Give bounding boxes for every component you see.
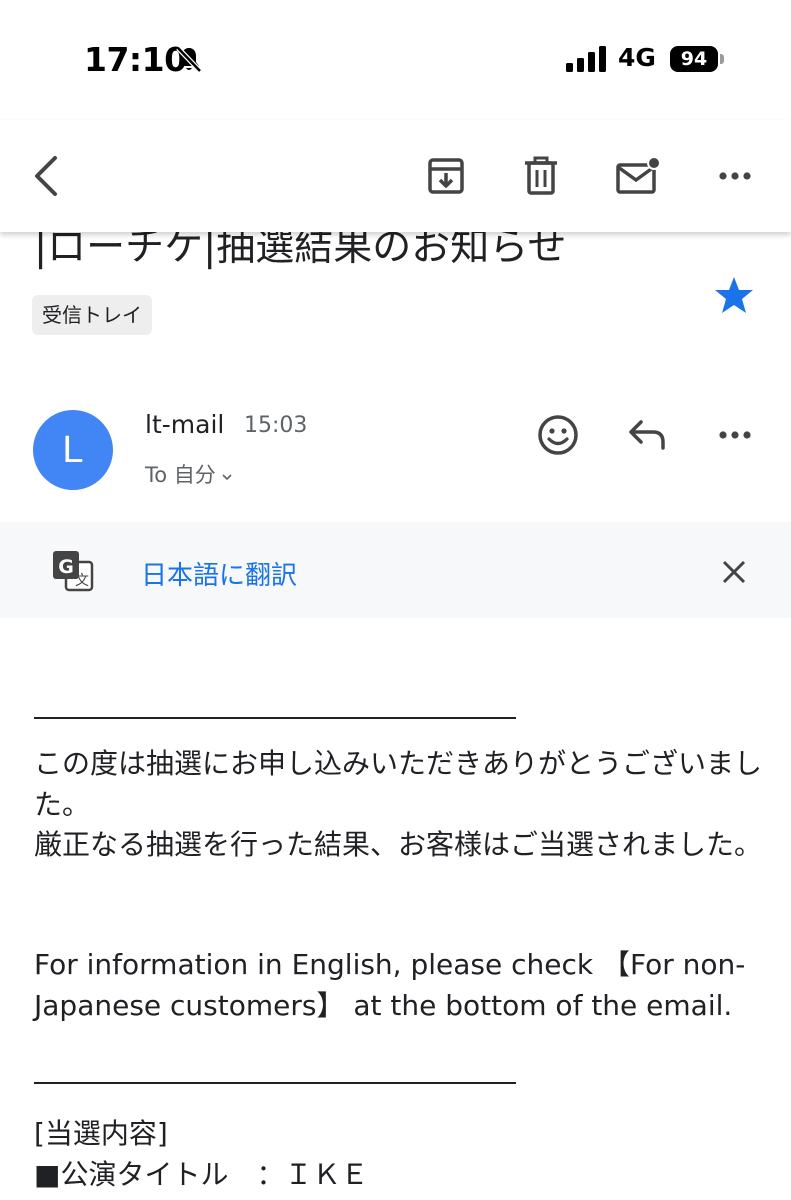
more-horizontal-icon bbox=[719, 431, 751, 439]
reply-button[interactable] bbox=[624, 414, 670, 456]
bell-slash-icon bbox=[176, 46, 202, 73]
status-time: 17:10 bbox=[84, 40, 187, 79]
mail-unread-icon bbox=[616, 156, 661, 194]
body-paragraph-result: 厳正なる抽選を行った結果、お客様はご当選されました。 bbox=[34, 828, 763, 861]
back-button[interactable] bbox=[22, 150, 70, 202]
recipient-toggle[interactable]: To 自分 bbox=[145, 459, 232, 489]
sent-time: 15:03 bbox=[244, 413, 308, 438]
svg-text:文: 文 bbox=[75, 573, 89, 589]
translate-bar bbox=[0, 522, 791, 618]
delete-button[interactable] bbox=[515, 150, 567, 202]
sender-name: lt-mail bbox=[145, 410, 225, 439]
chevron-left-icon bbox=[35, 156, 57, 196]
star-icon[interactable] bbox=[714, 275, 754, 315]
sender-avatar: L bbox=[33, 410, 113, 490]
trash-icon bbox=[525, 156, 557, 195]
cell-signal-icon bbox=[566, 46, 606, 72]
body-paragraph-english: For information in English, please check… bbox=[34, 948, 746, 1022]
more-options-button[interactable] bbox=[710, 150, 760, 202]
inbox-label-chip[interactable]: 受信トレイ bbox=[32, 295, 152, 335]
recipient-text: To 自分 bbox=[145, 463, 216, 487]
divider-line bbox=[34, 717, 516, 719]
network-type: 4G bbox=[618, 43, 656, 72]
react-emoji-button[interactable] bbox=[535, 412, 581, 458]
detail-item-title: ■公演タイトル ：ＩＫＥ bbox=[34, 1158, 369, 1191]
divider-line bbox=[34, 1082, 516, 1084]
close-icon bbox=[722, 560, 746, 584]
google-translate-icon: G 文 bbox=[53, 551, 94, 592]
email-toolbar bbox=[0, 120, 791, 232]
message-more-button[interactable] bbox=[712, 420, 758, 450]
svg-text:G: G bbox=[58, 556, 74, 578]
battery-icon: 94 bbox=[670, 46, 728, 72]
reply-icon bbox=[629, 420, 665, 450]
body-paragraph-thanks: この度は抽選にお申し込みいただきありがとうございました。 bbox=[34, 747, 763, 821]
archive-icon bbox=[428, 158, 464, 194]
archive-button[interactable] bbox=[420, 150, 472, 202]
close-translate-button[interactable] bbox=[714, 552, 754, 592]
chevron-down-icon bbox=[222, 474, 232, 481]
section-heading: [当選内容] bbox=[34, 1117, 168, 1150]
mark-unread-button[interactable] bbox=[612, 150, 664, 202]
more-horizontal-icon bbox=[719, 172, 751, 180]
smiley-face-icon bbox=[538, 415, 578, 455]
translate-link[interactable]: 日本語に翻訳 bbox=[141, 555, 297, 592]
battery-level: 94 bbox=[670, 46, 718, 72]
